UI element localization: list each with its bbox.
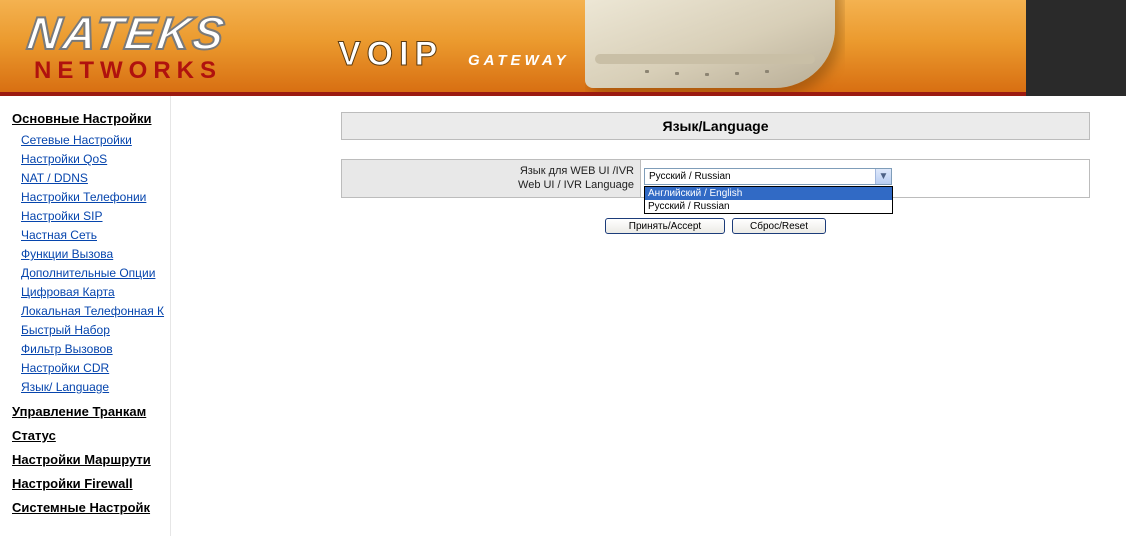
sidebar-item-call-filter[interactable]: Фильтр Вызовов	[21, 342, 113, 356]
device-led	[705, 73, 709, 76]
sidebar-item-cdr[interactable]: Настройки CDR	[21, 361, 109, 375]
device-led	[735, 72, 739, 75]
logo-nateks: NATEKS	[23, 6, 230, 60]
sidebar-section-system[interactable]: Системные Настройк	[12, 500, 150, 515]
sidebar-item-local-phone[interactable]: Локальная Телефонная К	[21, 304, 164, 318]
header-banner: NATEKS NETWORKS VOIP GATEWAY	[0, 0, 1126, 96]
sidebar-item-private-network[interactable]: Частная Сеть	[21, 228, 97, 242]
sidebar-item-network[interactable]: Сетевые Настройки	[21, 133, 132, 147]
language-label-cell: Язык для WEB UI /IVR Web UI / IVR Langua…	[342, 160, 641, 197]
logo-networks: NETWORKS	[34, 57, 222, 84]
sidebar-divider	[170, 96, 171, 536]
language-label-line2: Web UI / IVR Language	[518, 179, 634, 191]
language-option-english[interactable]: Английский / English	[645, 187, 892, 200]
device-led	[675, 72, 679, 75]
sidebar-item-telephony[interactable]: Настройки Телефонии	[21, 190, 146, 204]
sidebar-item-additional-options[interactable]: Дополнительные Опции	[21, 266, 155, 280]
language-select-value: Русский / Russian	[649, 171, 731, 182]
sidebar-section-routing[interactable]: Настройки Маршрути	[12, 452, 151, 467]
reset-button[interactable]: Сброс/Reset	[732, 218, 826, 234]
sidebar-section-trunks[interactable]: Управление Транкам	[12, 404, 146, 419]
language-select[interactable]: Русский / Russian ▼	[644, 168, 892, 185]
sidebar-item-nat-ddns[interactable]: NAT / DDNS	[21, 171, 88, 185]
sidebar-section-status[interactable]: Статус	[12, 428, 56, 443]
sidebar-item-sip[interactable]: Настройки SIP	[21, 209, 103, 223]
sidebar-item-language[interactable]: Язык/ Language	[21, 380, 109, 394]
language-label-line1: Язык для WEB UI /IVR	[519, 165, 634, 177]
chevron-down-icon[interactable]: ▼	[875, 169, 891, 184]
language-dropdown-list: Английский / English Русский / Russian	[644, 186, 893, 214]
product-title: VOIP	[337, 35, 444, 73]
accept-button[interactable]: Принять/Accept	[605, 218, 725, 234]
page-title-text: Язык/Language	[662, 118, 769, 134]
sidebar-section-firewall[interactable]: Настройки Firewall	[12, 476, 133, 491]
sidebar-item-call-functions[interactable]: Функции Вызова	[21, 247, 113, 261]
device-led	[765, 70, 769, 73]
sidebar: Основные Настройки Сетевые Настройки Нас…	[0, 96, 170, 536]
language-option-russian[interactable]: Русский / Russian	[645, 200, 892, 213]
banner-dark-panel	[1026, 0, 1126, 96]
device-led	[645, 70, 649, 73]
sidebar-section-basic[interactable]: Основные Настройки	[12, 111, 152, 126]
sidebar-item-digit-map[interactable]: Цифровая Карта	[21, 285, 115, 299]
device-lip	[595, 54, 815, 64]
page-title: Язык/Language	[341, 112, 1090, 140]
sidebar-item-qos[interactable]: Настройки QoS	[21, 152, 107, 166]
sidebar-item-speed-dial[interactable]: Быстрый Набор	[21, 323, 110, 337]
gateway-device-image	[585, 0, 845, 92]
product-subtitle: GATEWAY	[468, 52, 570, 69]
device-body	[585, 0, 835, 88]
language-field-label: Язык для WEB UI /IVR Web UI / IVR Langua…	[518, 164, 634, 192]
